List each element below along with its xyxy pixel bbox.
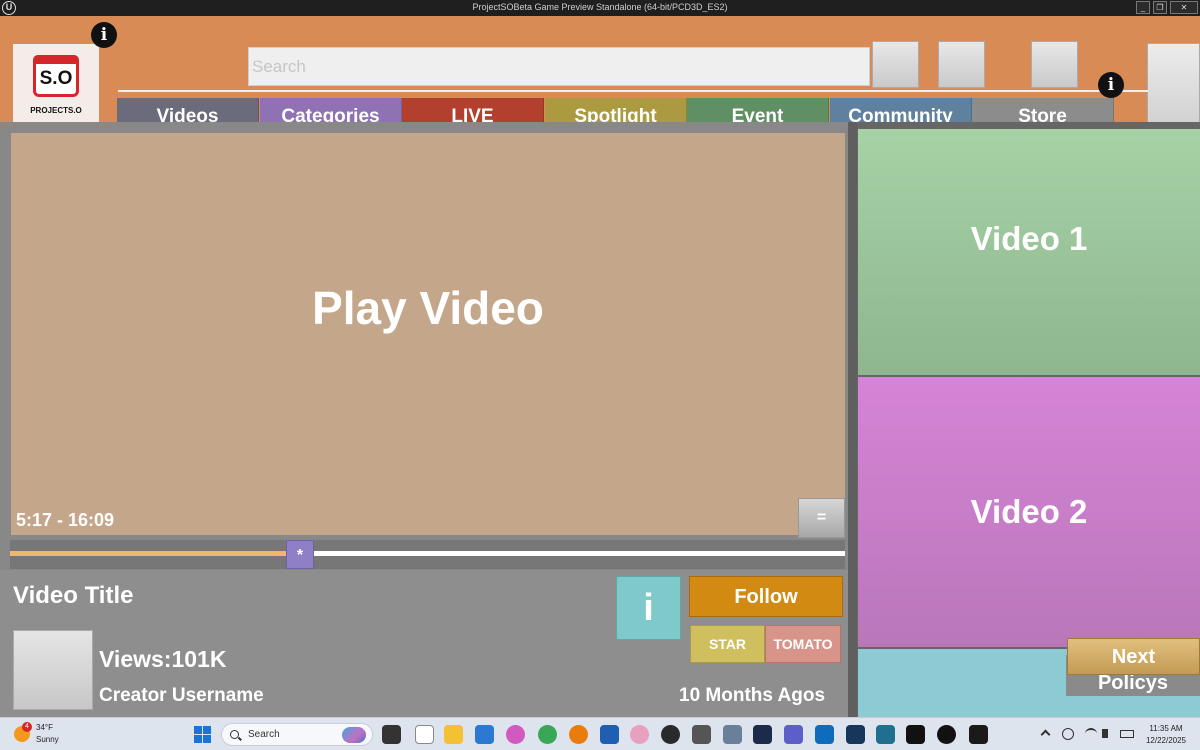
header-button-3[interactable] xyxy=(1031,41,1078,88)
taskbar-search[interactable]: Search xyxy=(221,723,373,746)
seek-track[interactable] xyxy=(10,551,845,556)
profile-button[interactable] xyxy=(1147,43,1200,132)
weather-condition[interactable]: Sunny xyxy=(36,735,59,744)
chrome-icon[interactable] xyxy=(538,725,557,744)
obs-icon[interactable] xyxy=(661,725,680,744)
task-view-icon[interactable] xyxy=(382,725,401,744)
app-logo[interactable]: S.O PROJECTS.O xyxy=(13,44,99,130)
column-divider xyxy=(848,122,857,717)
clock-date: 12/22/2025 xyxy=(1145,736,1187,745)
header-divider xyxy=(118,90,1148,92)
header-button-2[interactable] xyxy=(938,41,985,88)
teams-icon[interactable] xyxy=(784,725,803,744)
logo-info-icon[interactable]: i xyxy=(91,22,117,48)
windows-start-icon[interactable] xyxy=(194,726,211,743)
timecode: 5:17 - 16:09 xyxy=(16,510,115,530)
app-header: S.O PROJECTS.O i Videos Categories LIVE … xyxy=(0,16,1200,136)
volume-icon[interactable] xyxy=(1102,729,1108,738)
tray-overflow-icon[interactable] xyxy=(1040,729,1051,740)
related-video-2[interactable]: Video 2 xyxy=(858,377,1200,647)
video-info-button[interactable]: i xyxy=(616,576,681,640)
media-player-icon[interactable] xyxy=(937,725,956,744)
related-video-1[interactable]: Video 1 xyxy=(858,129,1200,375)
weather-badge: 4 xyxy=(22,722,32,732)
wifi-icon[interactable] xyxy=(1085,728,1097,740)
store-icon[interactable] xyxy=(815,725,834,744)
weather-temperature[interactable]: 34°F xyxy=(36,723,53,732)
logo-text: PROJECTS.O xyxy=(30,106,82,115)
header-button-1[interactable] xyxy=(872,41,919,88)
close-button[interactable]: ✕ xyxy=(1170,1,1198,14)
window-title: ProjectSOBeta Game Preview Standalone (6… xyxy=(472,2,728,12)
tomato-button[interactable]: TOMATO xyxy=(765,625,841,663)
logo-badge: S.O xyxy=(33,55,79,97)
next-button[interactable]: Next xyxy=(1067,638,1200,675)
3d-app-icon[interactable] xyxy=(692,725,711,744)
photos-icon[interactable] xyxy=(876,725,895,744)
seek-bar[interactable]: * xyxy=(10,540,845,569)
minimize-button[interactable]: _ xyxy=(1136,1,1150,14)
steam-icon[interactable] xyxy=(846,725,865,744)
tabs-info-icon[interactable]: i xyxy=(1098,72,1124,98)
taskbar-clock[interactable]: 11:35 AM 12/22/2025 xyxy=(1143,723,1189,747)
search-input[interactable] xyxy=(248,47,870,86)
headphones-app-icon[interactable] xyxy=(753,725,772,744)
file-explorer-icon[interactable] xyxy=(444,725,463,744)
posted-time: 10 Months Agos xyxy=(679,685,826,706)
search-icon xyxy=(230,730,239,739)
windows-taskbar: 4 34°F Sunny Search 11:35 AM 12/22/2025 xyxy=(0,717,1200,750)
video-title: Video Title xyxy=(13,582,134,609)
window-titlebar: U ProjectSOBeta Game Preview Standalone … xyxy=(0,0,1200,16)
search-highlight-icon xyxy=(342,727,366,743)
notepad-icon[interactable] xyxy=(415,725,434,744)
play-video-label[interactable]: Play Video xyxy=(11,281,845,335)
battery-icon[interactable] xyxy=(1120,730,1134,738)
taskbar-search-label: Search xyxy=(248,729,280,740)
calendar-icon[interactable] xyxy=(475,725,494,744)
paint-icon[interactable] xyxy=(630,725,649,744)
capcut-icon[interactable] xyxy=(906,725,925,744)
restore-button[interactable]: ❐ xyxy=(1153,1,1167,14)
player-menu-button[interactable]: = xyxy=(798,498,845,538)
clock-time: 11:35 AM xyxy=(1149,724,1183,733)
unreal-engine-icon[interactable] xyxy=(969,725,988,744)
view-count: Views:101K xyxy=(99,646,227,672)
follow-button[interactable]: Follow xyxy=(689,576,843,617)
creator-avatar[interactable] xyxy=(13,630,93,710)
policys-label: Policys xyxy=(1097,672,1169,694)
copilot-icon[interactable] xyxy=(506,725,525,744)
blender-icon[interactable] xyxy=(569,725,588,744)
video-player[interactable]: Play Video 5:17 - 16:09 xyxy=(11,133,845,535)
logo-mark: S.O xyxy=(39,68,73,89)
cloud-sync-icon[interactable] xyxy=(1062,728,1074,740)
star-button[interactable]: STAR xyxy=(690,625,765,663)
word-icon[interactable] xyxy=(600,725,619,744)
seek-progress xyxy=(10,551,286,556)
seek-thumb[interactable]: * xyxy=(286,540,314,569)
calculator-icon[interactable] xyxy=(723,725,742,744)
creator-username[interactable]: Creator Username xyxy=(99,685,264,707)
